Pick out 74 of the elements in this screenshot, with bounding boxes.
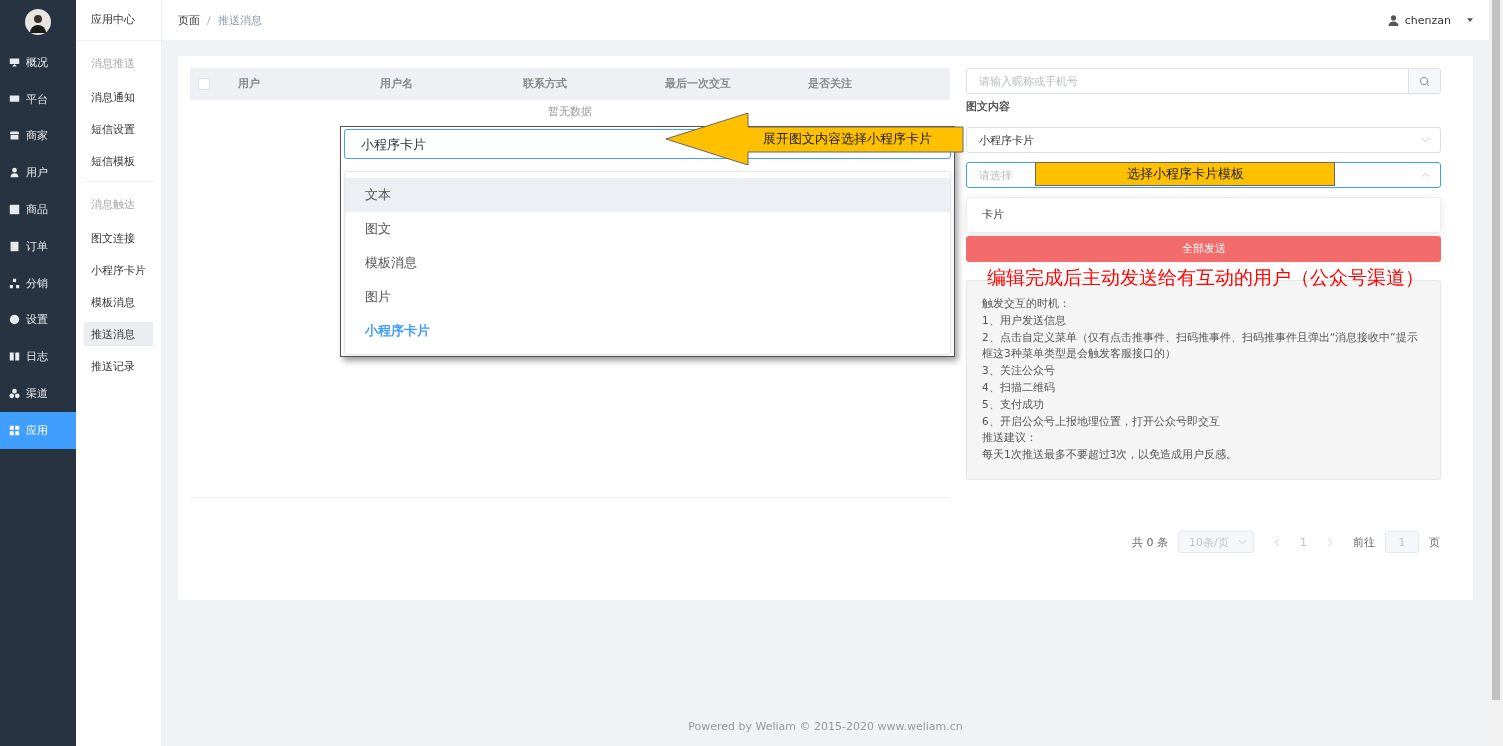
checkbox[interactable] — [198, 78, 210, 90]
search-button[interactable] — [1408, 69, 1440, 93]
info-text: 3、关注公众号 — [982, 363, 1056, 379]
breadcrumb-separator: / — [207, 13, 211, 27]
previous-page-icon[interactable] — [1274, 537, 1280, 547]
monitor-icon — [9, 93, 20, 105]
submenu-heading: 消息推送 — [90, 56, 136, 71]
scrollbar-thumb[interactable] — [1492, 0, 1500, 700]
presentation-icon — [9, 56, 20, 68]
annotation-text: 编辑完成后主动发送给有互动的用户（公众号渠道） — [987, 265, 1424, 290]
scrollbar[interactable] — [1489, 0, 1503, 746]
sidebar-item[interactable]: 订单 — [0, 228, 76, 265]
caret-icon[interactable] — [1467, 18, 1473, 22]
goto-label: 前往 — [1353, 534, 1375, 550]
user-name[interactable]: chenzan — [1404, 13, 1451, 27]
breadcrumb-item[interactable]: 页面 — [178, 12, 200, 28]
grid-icon — [9, 424, 20, 436]
sidebar-item[interactable]: 概况 — [0, 44, 76, 81]
avatar[interactable] — [25, 9, 51, 35]
info-text: 4、扫描二维码 — [982, 380, 1056, 395]
sidebar-item[interactable]: 平台 — [0, 80, 76, 118]
empty-text: 暂无数据 — [548, 105, 592, 117]
submenu-item[interactable]: 推送记录 — [84, 354, 153, 378]
submenu-item[interactable]: 推送消息 — [84, 322, 153, 346]
column-header: 联系方式 — [522, 77, 568, 91]
submenu-item[interactable]: 短信模板 — [84, 149, 153, 173]
book-icon — [9, 351, 20, 363]
content-type-select[interactable]: 小程序卡片 — [966, 127, 1441, 153]
search-icon — [1419, 75, 1430, 87]
sidebar-item[interactable]: 设置 — [0, 301, 76, 339]
cluster-icon — [9, 388, 20, 400]
footer-text: Powered by Weliam © 2015-2020 www.weliam.cn — [687, 720, 964, 735]
dropdown-option[interactable]: 卡片 — [967, 198, 1440, 232]
person-icon — [9, 167, 20, 179]
dropdown-option[interactable]: 文本 — [345, 178, 950, 212]
column-header: 用户 — [237, 77, 261, 91]
sidebar-item[interactable]: 渠道 — [0, 375, 76, 412]
sidebar-item[interactable]: 商品 — [0, 191, 76, 228]
person-icon — [1387, 14, 1399, 26]
submenu-item[interactable]: 短信设置 — [84, 117, 153, 141]
submenu-title: 应用中心 — [76, 0, 161, 41]
column-header: 是否关注 — [807, 77, 853, 91]
sidebar-item[interactable]: 用户 — [0, 154, 76, 192]
dropdown-option[interactable]: 模板消息 — [345, 246, 950, 280]
submenu-item[interactable]: 小程序卡片 — [84, 258, 153, 282]
submenu-item[interactable]: 模板消息 — [84, 290, 153, 314]
callout-tooltip: 选择小程序卡片模板 — [1035, 162, 1335, 186]
chevron-up-icon — [1421, 172, 1430, 178]
submenu-heading: 消息触达 — [90, 197, 136, 212]
info-text: 6、开启公众号上报地理位置，打开公众号即交互 — [982, 413, 1221, 429]
arrow-tooltip: 展开图文内容选择小程序卡片 — [665, 112, 965, 166]
sidebar-item[interactable]: 日志 — [0, 338, 76, 376]
sidebar-item[interactable]: 分销 — [0, 264, 76, 302]
info-text: 推送建议： — [982, 430, 1038, 446]
submenu-item[interactable]: 图文连接 — [84, 226, 153, 250]
store-icon — [9, 130, 20, 142]
column-header: 最后一次交互 — [665, 77, 733, 91]
submenu-item[interactable]: 消息通知 — [84, 85, 153, 109]
info-text: 触发交互的时机： — [982, 296, 1071, 311]
info-text: 每天1次推送最多不要超过3次，以免造成用户反感。 — [982, 447, 1239, 463]
dropdown-option[interactable]: 图片 — [345, 280, 950, 314]
next-page-icon[interactable] — [1327, 537, 1333, 547]
dropdown-option[interactable]: 图文 — [345, 212, 950, 246]
chevron-down-icon — [1238, 539, 1247, 545]
info-text: 2、点击自定义菜单（仅有点击推事件、扫码推事件、扫码推事件且弹出“消息接收中”提示框这3种菜单类型是会触发客服接口的） — [982, 329, 1419, 362]
column-header: 用户名 — [380, 77, 415, 91]
page-suffix: 页 — [1429, 534, 1440, 550]
info-text: 5、支付成功 — [982, 396, 1045, 412]
chevron-down-icon — [1421, 137, 1430, 143]
hierarchy-icon — [9, 277, 20, 289]
total-count: 共 0 条 — [1132, 534, 1168, 550]
sidebar-item[interactable]: 商家 — [0, 117, 76, 155]
info-text: 1、用户发送信息 — [982, 312, 1067, 328]
section-label: 图文内容 — [966, 100, 1011, 114]
